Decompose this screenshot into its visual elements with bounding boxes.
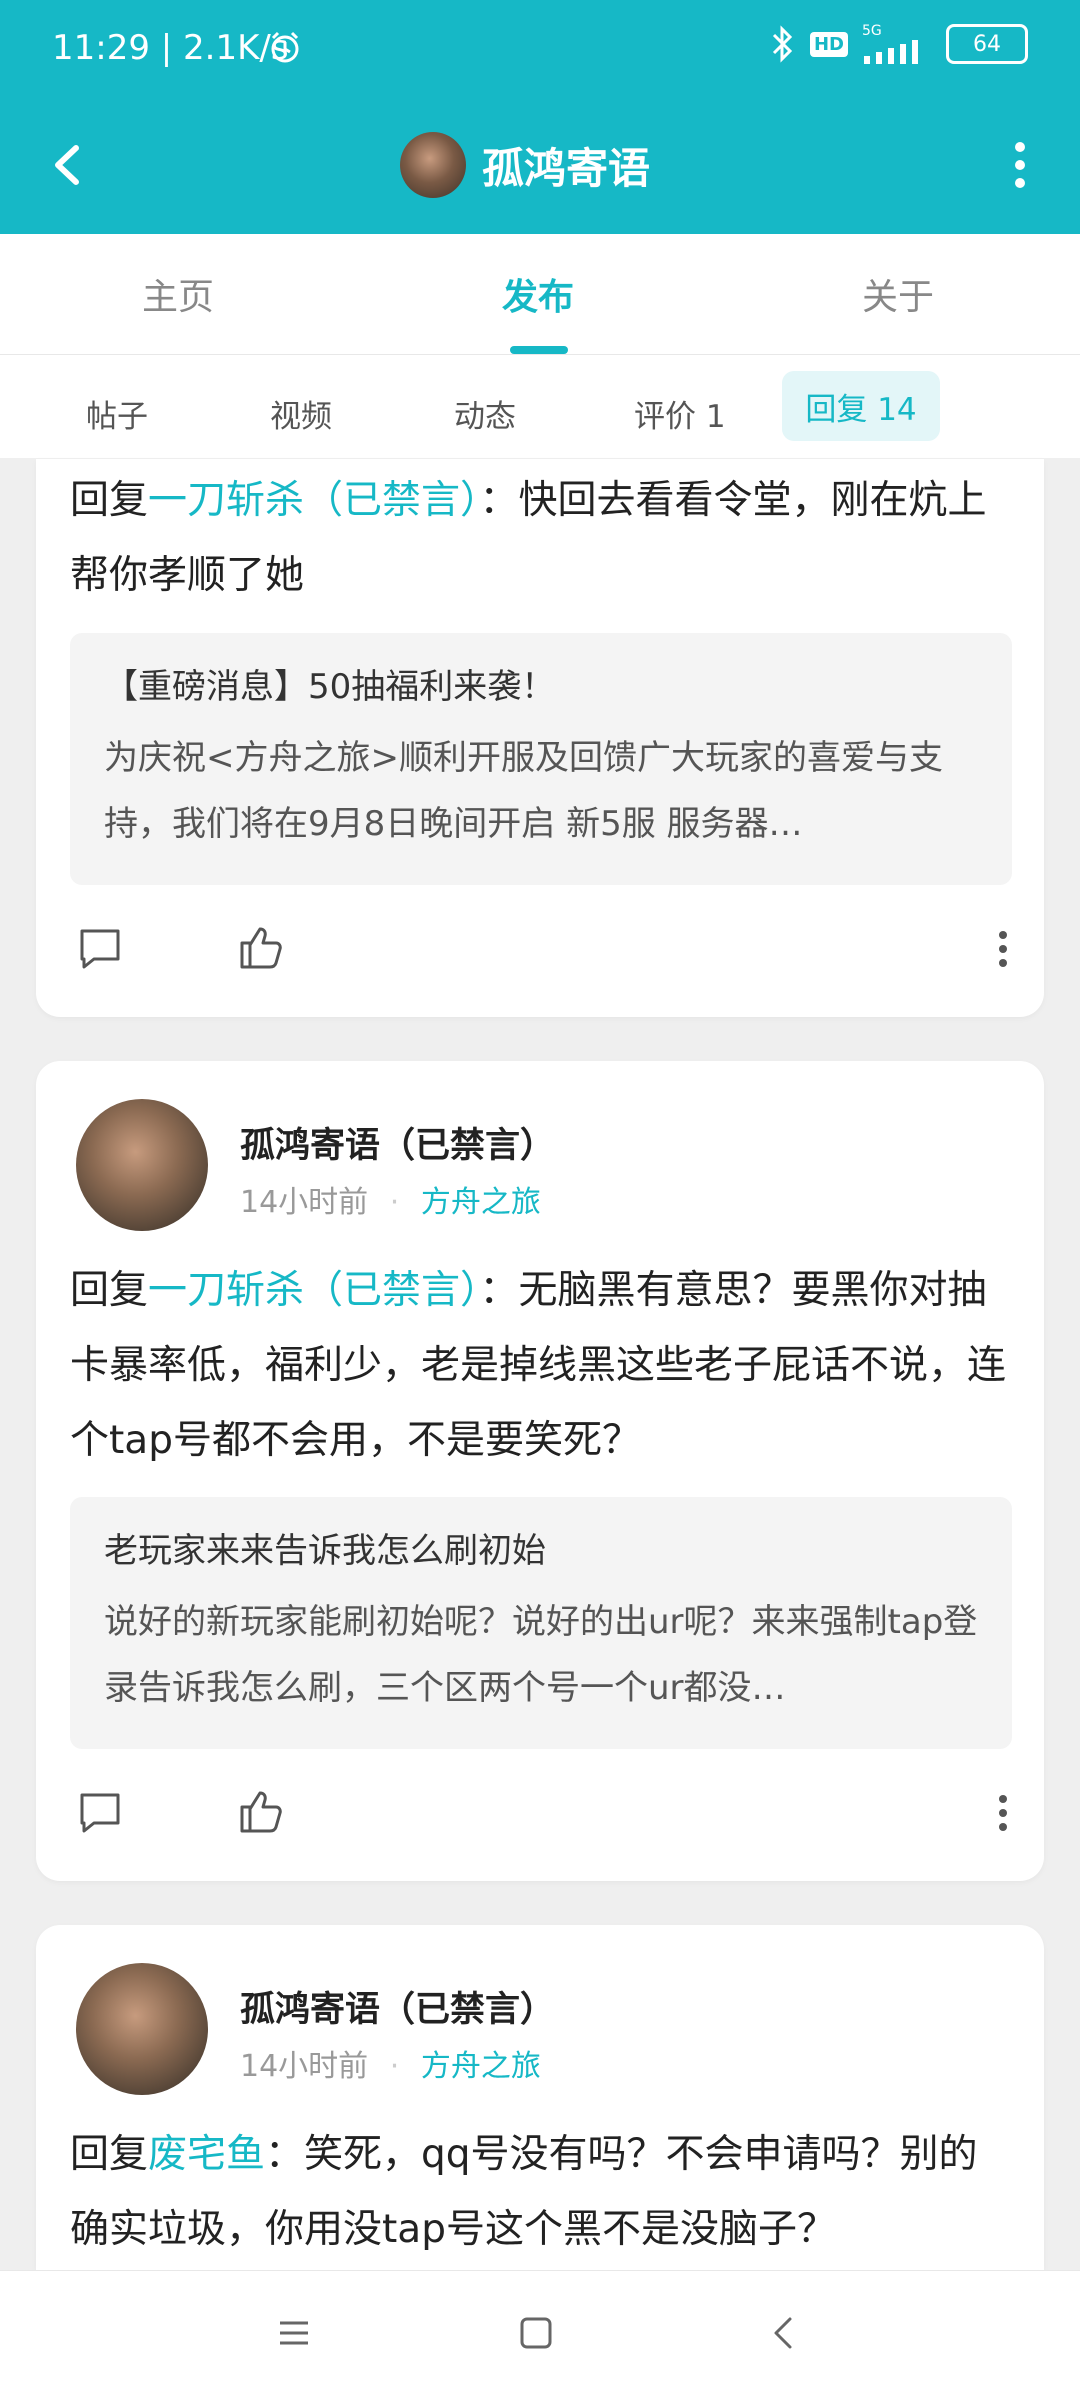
reply-card[interactable]: 孤鸿寄语（已禁言） 14小时前 · 方舟之旅 回复一刀斩杀（已禁言）：无脑黑有意…: [36, 1061, 1044, 1881]
status-time: 11:29 | 2.1K/s: [52, 28, 289, 68]
reply-text: 回复一刀斩杀（已禁言）：快回去看看令堂，刚在炕上帮你孝顺了她: [70, 463, 1010, 613]
subtab-threads[interactable]: 帖子: [86, 391, 148, 436]
reply-prefix: 回复: [70, 2132, 149, 2177]
more-menu-button[interactable]: [1000, 130, 1040, 200]
quoted-post-excerpt: 说好的新玩家能刷初始呢？说好的出ur呢？来来强制tap登录告诉我怎么刷，三个区两…: [104, 1602, 978, 1708]
more-dot-icon: [1015, 160, 1025, 170]
home-icon[interactable]: [512, 2309, 560, 2357]
subtab-replies[interactable]: 回复 14: [782, 371, 940, 441]
replied-user-link[interactable]: 一刀斩杀（已禁言）: [148, 478, 480, 523]
replied-user-link[interactable]: 废宅鱼: [148, 2132, 265, 2177]
subtab-moments[interactable]: 动态: [454, 391, 516, 436]
battery-level: 64: [973, 31, 1001, 57]
menu-icon[interactable]: [270, 2309, 318, 2357]
more-dot-icon: [1015, 142, 1025, 152]
content-filter-tabs: 帖子 视频 动态 评价 1 回复 14: [0, 355, 1080, 458]
post-more-icon[interactable]: [996, 1793, 1010, 1833]
quoted-post-title: 老玩家来来告诉我怎么刷初始: [104, 1531, 546, 1571]
reply-separator: ：: [479, 1268, 519, 1313]
reply-text: 回复废宅鱼：笑死，qq号没有吗？不会申请吗？别的确实垃圾，你用没tap号这个黑不…: [70, 2117, 1010, 2267]
subtab-reviews[interactable]: 评价 1: [634, 391, 726, 436]
post-meta: 14小时前 · 方舟之旅: [240, 1177, 541, 1221]
tab-indicator: [510, 346, 568, 354]
reply-prefix: 回复: [70, 478, 149, 523]
bluetooth-icon: [772, 25, 793, 63]
author-name[interactable]: 孤鸿寄语（已禁言）: [240, 1117, 555, 1168]
reply-card[interactable]: 回复一刀斩杀（已禁言）：快回去看看令堂，刚在炕上帮你孝顺了她 【重磅消息】50抽…: [36, 459, 1044, 1017]
profile-tabs: 主页 发布 关于: [0, 234, 1080, 355]
back-arrow-icon: [55, 145, 79, 185]
profile-header[interactable]: 孤鸿寄语: [400, 120, 650, 210]
post-meta: 14小时前 · 方舟之旅: [240, 2041, 541, 2085]
comment-icon[interactable]: [76, 1789, 124, 1837]
like-icon[interactable]: [236, 923, 286, 973]
like-icon[interactable]: [236, 1787, 286, 1837]
reply-separator: ：: [479, 478, 519, 523]
quoted-post-excerpt: 为庆祝<方舟之旅>顺利开服及回馈广大玩家的喜爱与支持，我们将在9月8日晚间开启 …: [104, 738, 943, 844]
back-button[interactable]: [40, 130, 100, 200]
subtab-videos[interactable]: 视频: [270, 391, 332, 436]
post-more-icon[interactable]: [996, 929, 1010, 969]
reply-prefix: 回复: [70, 1268, 149, 1313]
game-link[interactable]: 方舟之旅: [421, 2049, 541, 2084]
quoted-post[interactable]: 【重磅消息】50抽福利来袭！ 为庆祝<方舟之旅>顺利开服及回馈广大玩家的喜爱与支…: [70, 633, 1012, 885]
reply-text: 回复一刀斩杀（已禁言）：无脑黑有意思？要黑你对抽卡暴率低，福利少，老是掉线黑这些…: [70, 1253, 1010, 1478]
network-label: 5G: [862, 23, 882, 39]
author-avatar[interactable]: [76, 1963, 208, 2095]
meta-dot: ·: [389, 2049, 400, 2084]
meta-dot: ·: [389, 1185, 400, 1220]
system-back-icon[interactable]: [760, 2309, 808, 2357]
quoted-post-title: 【重磅消息】50抽福利来袭！: [104, 667, 556, 707]
author-name[interactable]: 孤鸿寄语（已禁言）: [240, 1981, 555, 2032]
hd-badge-icon: HD: [809, 31, 848, 57]
alarm-icon: [271, 31, 299, 63]
author-avatar[interactable]: [76, 1099, 208, 1231]
replied-user-link[interactable]: 一刀斩杀（已禁言）: [148, 1268, 480, 1313]
game-link[interactable]: 方舟之旅: [421, 1185, 541, 1220]
avatar: [400, 132, 466, 198]
tab-home[interactable]: 主页: [142, 268, 214, 320]
more-dot-icon: [1015, 178, 1025, 188]
tab-posts[interactable]: 发布: [502, 268, 574, 320]
post-time: 14小时前: [240, 1185, 369, 1220]
post-time: 14小时前: [240, 2049, 369, 2084]
app-bar: 孤鸿寄语: [0, 100, 1080, 234]
system-nav-bar: [0, 2270, 1080, 2401]
signal-icon: [864, 40, 918, 64]
status-icons: HD 5G 64: [768, 24, 1028, 64]
quoted-post[interactable]: 老玩家来来告诉我怎么刷初始 说好的新玩家能刷初始呢？说好的出ur呢？来来强制ta…: [70, 1497, 1012, 1749]
reply-separator: ：: [265, 2132, 305, 2177]
reply-card[interactable]: 孤鸿寄语（已禁言） 14小时前 · 方舟之旅 回复废宅鱼：笑死，qq号没有吗？不…: [36, 1925, 1044, 2270]
page-title: 孤鸿寄语: [482, 143, 651, 193]
status-bar: 11:29 | 2.1K/s HD 5G 64: [0, 0, 1080, 100]
battery-icon: 64: [946, 24, 1028, 64]
comment-icon[interactable]: [76, 925, 124, 973]
tab-about[interactable]: 关于: [862, 268, 934, 320]
